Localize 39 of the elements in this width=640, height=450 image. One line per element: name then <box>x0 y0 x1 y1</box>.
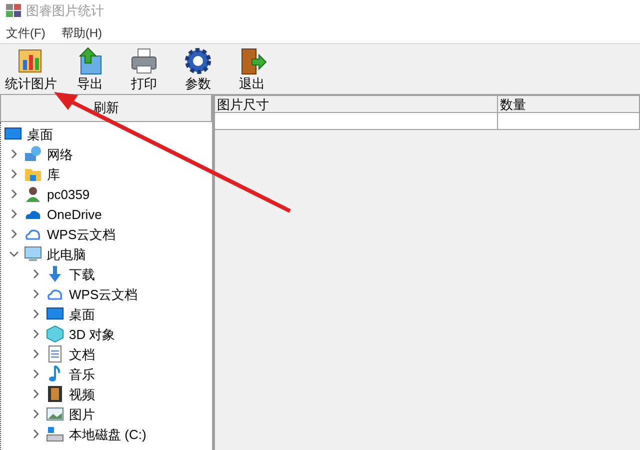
film-icon <box>46 385 64 403</box>
tree-item[interactable]: OneDrive <box>45 208 104 220</box>
tree-item[interactable]: pc0359 <box>45 188 92 200</box>
user-icon <box>24 185 42 203</box>
column-header[interactable]: 数量 <box>498 96 640 113</box>
column-header[interactable]: 图片尺寸 <box>215 96 498 113</box>
toolbar-button[interactable]: 退出 <box>228 46 276 92</box>
tree-item[interactable]: 音乐 <box>67 368 97 380</box>
picture-icon <box>46 405 64 423</box>
tree-item[interactable]: 下载 <box>67 268 97 280</box>
tree-item[interactable]: 图片 <box>67 408 97 420</box>
tree-item[interactable]: 视频 <box>67 388 97 400</box>
tree-item[interactable]: 桌面 <box>25 128 55 140</box>
down-arrow-icon <box>46 265 64 283</box>
window-title: 图睿图片统计 <box>26 2 104 20</box>
toolbar-button[interactable]: 打印 <box>120 46 168 92</box>
tree-item[interactable]: 本地磁盘 (C:) <box>67 428 148 440</box>
network-icon <box>24 145 42 163</box>
app-icon <box>6 4 22 18</box>
tree-item[interactable]: 库 <box>45 168 62 180</box>
menu-item[interactable]: 帮助(H) <box>61 24 102 42</box>
tree-item[interactable]: 网络 <box>45 148 75 160</box>
computer-icon <box>24 245 42 263</box>
printer-icon <box>129 46 159 76</box>
cube-icon <box>46 325 64 343</box>
refresh-button[interactable]: 刷新 <box>0 94 212 122</box>
toolbar-button[interactable]: 参数 <box>174 46 222 92</box>
tree-item[interactable]: 此电脑 <box>45 248 88 260</box>
tree-item[interactable]: WPS云文档 <box>45 228 118 240</box>
tree-item[interactable]: 3D 对象 <box>67 328 118 340</box>
document-icon <box>46 345 64 363</box>
tree-item[interactable]: 桌面 <box>67 308 97 320</box>
tree-item[interactable]: 文档 <box>67 348 97 360</box>
toolbar-button[interactable]: 导出 <box>66 46 114 92</box>
menu-item[interactable]: 文件(F) <box>6 24 46 42</box>
drive-icon <box>46 425 64 443</box>
gear-icon <box>183 46 213 76</box>
toolbar-button[interactable]: 统计图片 <box>2 46 60 92</box>
tree-item[interactable]: WPS云文档 <box>67 288 140 300</box>
